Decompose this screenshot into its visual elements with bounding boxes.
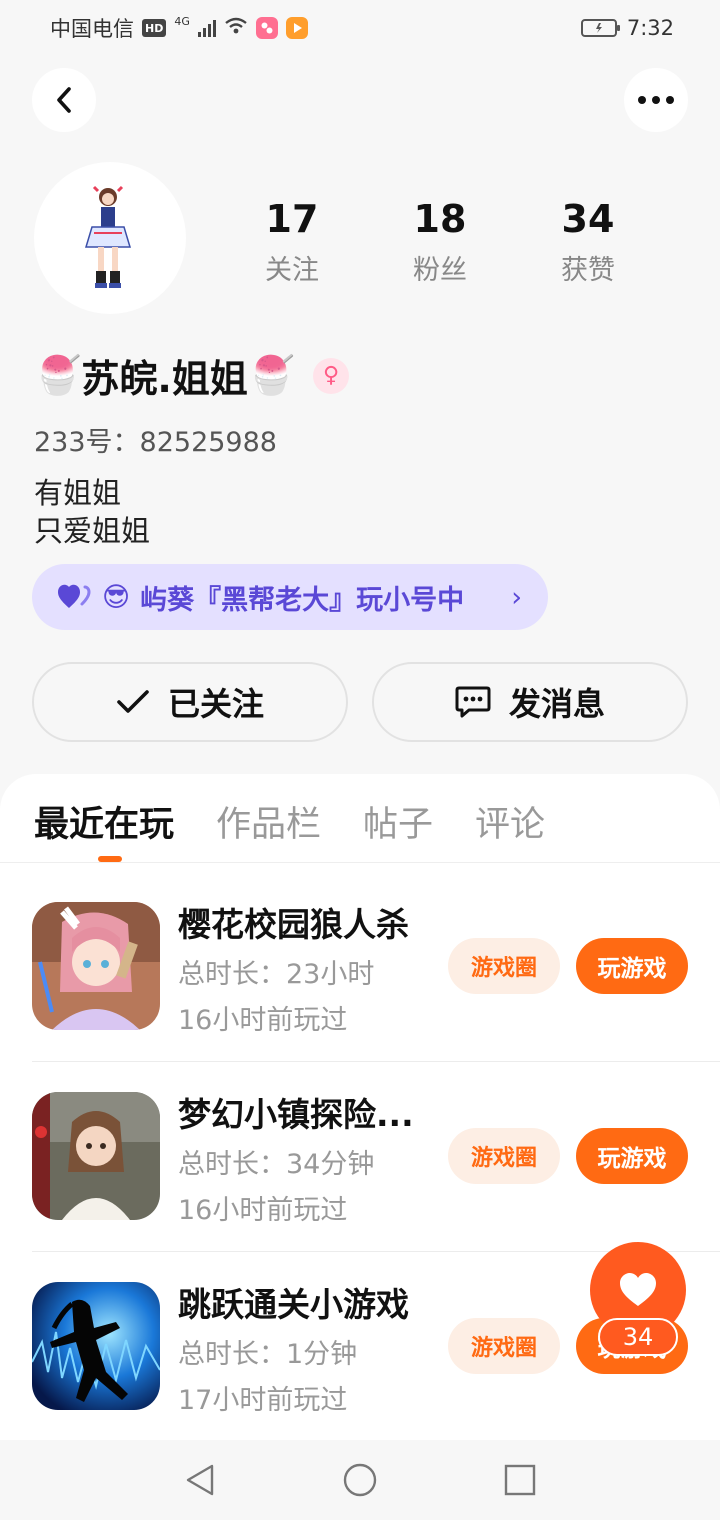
nickname-emoji-right: 🍧 <box>247 353 296 397</box>
profile-stats: 17 关注 18 粉丝 34 获赞 <box>218 196 668 287</box>
tab-divider <box>0 862 720 863</box>
game-title: 梦幻小镇探险... <box>178 1095 414 1134</box>
user-id: 233号：82525988 <box>34 427 277 458</box>
signal-icon <box>197 19 216 37</box>
game-title: 跳跃通关小游戏 <box>178 1285 409 1324</box>
back-button[interactable] <box>32 68 96 132</box>
name-row: 🍧 苏皖.姐姐 🍧 ♀ <box>34 348 350 403</box>
nav-back-button[interactable] <box>182 1462 218 1498</box>
chevron-right-icon: › <box>511 581 522 613</box>
game-duration: 总时长：1分钟 <box>178 1339 358 1370</box>
carrier-name: 中国电信 <box>50 17 134 41</box>
female-gender-icon: ♀ <box>313 357 350 394</box>
stat-value: 18 <box>413 197 467 241</box>
tab-works[interactable]: 作品栏 <box>216 796 321 845</box>
nav-recent-icon <box>504 1464 536 1496</box>
nickname-emoji-left: 🍧 <box>34 353 82 397</box>
game-last-played: 17小时前玩过 <box>178 1385 348 1416</box>
stat-followers[interactable]: 18 粉丝 <box>366 196 514 287</box>
more-button[interactable] <box>624 68 688 132</box>
nav-recent-button[interactable] <box>502 1462 538 1498</box>
like-count: 34 <box>598 1318 678 1356</box>
stat-likes[interactable]: 34 获赞 <box>514 196 662 287</box>
game-icon-image <box>32 902 160 1030</box>
status-bar: 中国电信 HD 4G 7:32 <box>0 0 720 56</box>
game-circle-button[interactable]: 游戏圈 <box>448 1318 560 1374</box>
back-arrow-icon <box>57 87 71 113</box>
playing-emoji: 😎 <box>102 581 131 613</box>
nav-home-icon <box>343 1463 377 1497</box>
hd-badge: HD <box>142 19 167 37</box>
followed-button[interactable]: 已关注 <box>32 662 348 742</box>
system-nav-bar <box>0 1440 720 1520</box>
nav-home-button[interactable] <box>342 1462 378 1498</box>
game-last-played: 16小时前玩过 <box>178 1195 348 1226</box>
play-game-button[interactable]: 玩游戏 <box>576 1128 688 1184</box>
video-app-icon <box>285 17 308 39</box>
game-icon-image <box>32 1282 160 1410</box>
tab-posts[interactable]: 帖子 <box>363 796 433 845</box>
chat-bubble-icon <box>455 686 491 718</box>
game-last-played: 16小时前玩过 <box>178 1005 348 1036</box>
heart-pair-icon <box>58 584 91 608</box>
check-icon <box>117 690 149 713</box>
followed-label: 已关注 <box>167 685 264 723</box>
list-item[interactable]: 樱花校园狼人杀 总时长：23小时 16小时前玩过 游戏圈 玩游戏 <box>32 872 720 1062</box>
game-duration: 总时长：23小时 <box>178 959 375 990</box>
send-message-label: 发消息 <box>508 685 605 723</box>
stat-label: 粉丝 <box>413 255 467 286</box>
status-left: 中国电信 HD 4G <box>50 13 308 43</box>
game-circle-button[interactable]: 游戏圈 <box>448 1128 560 1184</box>
bio-line: 只爱姐姐 <box>34 514 151 548</box>
wifi-icon <box>224 17 248 40</box>
more-dots-icon <box>638 96 674 104</box>
heart-icon <box>620 1273 656 1306</box>
bio: 有姐姐 只爱姐姐 <box>34 474 150 550</box>
network-label: 4G <box>174 15 190 28</box>
playing-status-chip[interactable]: 😎 屿葵『黑帮老大』玩小号中 › <box>32 564 548 630</box>
tab-comments[interactable]: 评论 <box>475 796 545 845</box>
stat-label: 关注 <box>265 255 319 286</box>
game-duration: 总时长：34分钟 <box>178 1149 375 1180</box>
avatar[interactable] <box>34 162 186 314</box>
battery-icon <box>580 19 620 37</box>
playing-text: 屿葵『黑帮老大』玩小号中 <box>140 584 465 616</box>
app-notification-icon <box>255 17 278 39</box>
stat-value: 17 <box>265 197 319 241</box>
stat-label: 获赞 <box>561 255 615 286</box>
play-game-button[interactable]: 玩游戏 <box>576 938 688 994</box>
send-message-button[interactable]: 发消息 <box>372 662 688 742</box>
avatar-character-image <box>84 185 132 288</box>
tab-bar: 最近在玩 作品栏 帖子 评论 <box>34 796 545 845</box>
game-icon-image <box>32 1092 160 1220</box>
stat-value: 34 <box>561 197 615 241</box>
tab-recently-played[interactable]: 最近在玩 <box>34 796 174 845</box>
list-item[interactable]: 梦幻小镇探险... 总时长：34分钟 16小时前玩过 游戏圈 玩游戏 <box>32 1062 720 1252</box>
nav-back-icon <box>186 1464 214 1496</box>
stat-following[interactable]: 17 关注 <box>218 196 366 287</box>
status-right: 7:32 <box>580 16 674 40</box>
game-circle-button[interactable]: 游戏圈 <box>448 938 560 994</box>
clock: 7:32 <box>626 16 674 40</box>
nickname: 苏皖.姐姐 <box>81 357 248 401</box>
game-title: 樱花校园狼人杀 <box>178 905 409 944</box>
bio-line: 有姐姐 <box>34 476 122 510</box>
